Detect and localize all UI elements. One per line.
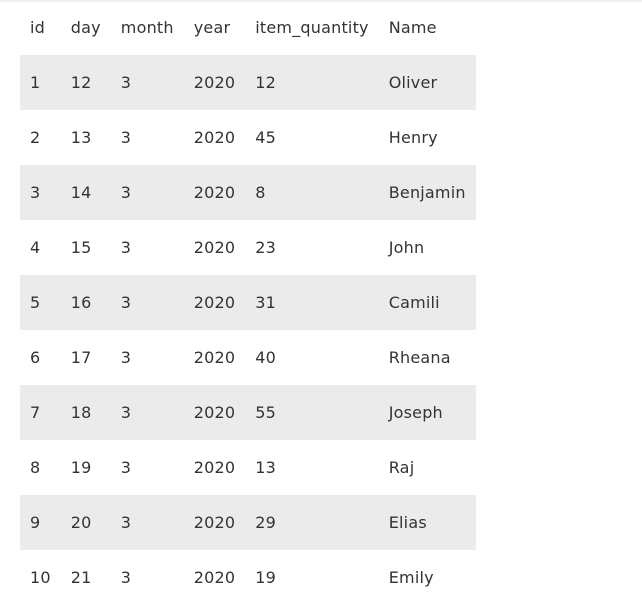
cell-month: 3 xyxy=(120,568,132,587)
cell-name: Joseph xyxy=(388,403,443,422)
cell-id: 9 xyxy=(30,513,41,532)
cell-item-quantity: 40 xyxy=(255,348,277,367)
cell-name: Henry xyxy=(388,128,438,147)
cell-id: 3 xyxy=(30,183,41,202)
cell-id: 2 xyxy=(30,128,41,147)
cell-year: 2020 xyxy=(193,403,236,422)
cell-item-quantity: 8 xyxy=(255,183,266,202)
cell-month: 3 xyxy=(120,183,132,202)
cell-month: 3 xyxy=(120,458,132,477)
cell-name: Emily xyxy=(388,568,434,587)
table-row: 4 15 3 2020 23 John xyxy=(20,220,476,275)
cell-month: 3 xyxy=(120,348,132,367)
cell-id: 7 xyxy=(30,403,41,422)
cell-id: 4 xyxy=(30,238,41,257)
cell-item-quantity: 13 xyxy=(255,458,277,477)
cell-month: 3 xyxy=(120,293,132,312)
cell-year: 2020 xyxy=(193,348,236,367)
cell-item-quantity: 23 xyxy=(255,238,277,257)
cell-month: 3 xyxy=(120,128,132,147)
cell-day: 13 xyxy=(70,128,92,147)
table-body: 1 12 3 2020 12 Oliver 2 13 3 2020 45 Henry 3 14 3 2020 8… xyxy=(20,55,476,605)
cell-name: Elias xyxy=(388,513,427,532)
table-row: 1 12 3 2020 12 Oliver xyxy=(20,55,476,110)
table-row: 7 18 3 2020 55 Joseph xyxy=(20,385,476,440)
cell-day: 12 xyxy=(70,73,92,92)
cell-month: 3 xyxy=(120,403,132,422)
cell-name: Rheana xyxy=(388,348,451,367)
cell-year: 2020 xyxy=(193,513,236,532)
cell-id: 6 xyxy=(30,348,41,367)
table-header: id day month year item_quantity Name xyxy=(20,0,476,55)
table-row: 9 20 3 2020 29 Elias xyxy=(20,495,476,550)
cell-month: 3 xyxy=(120,73,132,92)
cell-name: Raj xyxy=(388,458,415,477)
cell-year: 2020 xyxy=(193,73,236,92)
cell-day: 20 xyxy=(70,513,92,532)
cell-item-quantity: 29 xyxy=(255,513,277,532)
column-header-id: id xyxy=(30,18,46,37)
table-row: 3 14 3 2020 8 Benjamin xyxy=(20,165,476,220)
cell-name: John xyxy=(388,238,425,257)
cell-day: 19 xyxy=(70,458,92,477)
column-header-name: Name xyxy=(388,18,437,37)
cell-month: 3 xyxy=(120,513,132,532)
column-header-month: month xyxy=(120,18,174,37)
column-header-year: year xyxy=(193,18,231,37)
cell-item-quantity: 19 xyxy=(255,568,277,587)
cell-item-quantity: 55 xyxy=(255,403,277,422)
table-row: 6 17 3 2020 40 Rheana xyxy=(20,330,476,385)
cell-day: 16 xyxy=(70,293,92,312)
cell-year: 2020 xyxy=(193,293,236,312)
cell-month: 3 xyxy=(120,238,132,257)
table-row: 5 16 3 2020 31 Camili xyxy=(20,275,476,330)
cell-day: 21 xyxy=(70,568,92,587)
cell-id: 5 xyxy=(30,293,41,312)
cell-year: 2020 xyxy=(193,458,236,477)
data-table-container: id day month year item_quantity Name 1 12… xyxy=(20,0,476,605)
cell-id: 1 xyxy=(30,73,41,92)
cell-item-quantity: 12 xyxy=(255,73,277,92)
cell-id: 10 xyxy=(30,568,51,587)
table-row: 2 13 3 2020 45 Henry xyxy=(20,110,476,165)
column-header-day: day xyxy=(70,18,101,37)
table-row: 10 21 3 2020 19 Emily xyxy=(20,550,476,605)
cell-day: 18 xyxy=(70,403,92,422)
cell-year: 2020 xyxy=(193,183,236,202)
header-row: id day month year item_quantity Name xyxy=(20,0,476,55)
cell-year: 2020 xyxy=(193,128,236,147)
cell-name: Benjamin xyxy=(388,183,466,202)
cell-day: 15 xyxy=(70,238,92,257)
cell-name: Camili xyxy=(388,293,440,312)
cell-name: Oliver xyxy=(388,73,438,92)
cell-year: 2020 xyxy=(193,238,236,257)
cell-day: 17 xyxy=(70,348,92,367)
cell-id: 8 xyxy=(30,458,41,477)
data-table: id day month year item_quantity Name 1 12… xyxy=(20,0,476,605)
cell-day: 14 xyxy=(70,183,92,202)
cell-item-quantity: 45 xyxy=(255,128,277,147)
table-row: 8 19 3 2020 13 Raj xyxy=(20,440,476,495)
cell-item-quantity: 31 xyxy=(255,293,277,312)
cell-year: 2020 xyxy=(193,568,236,587)
column-header-item-quantity: item_quantity xyxy=(255,18,369,37)
